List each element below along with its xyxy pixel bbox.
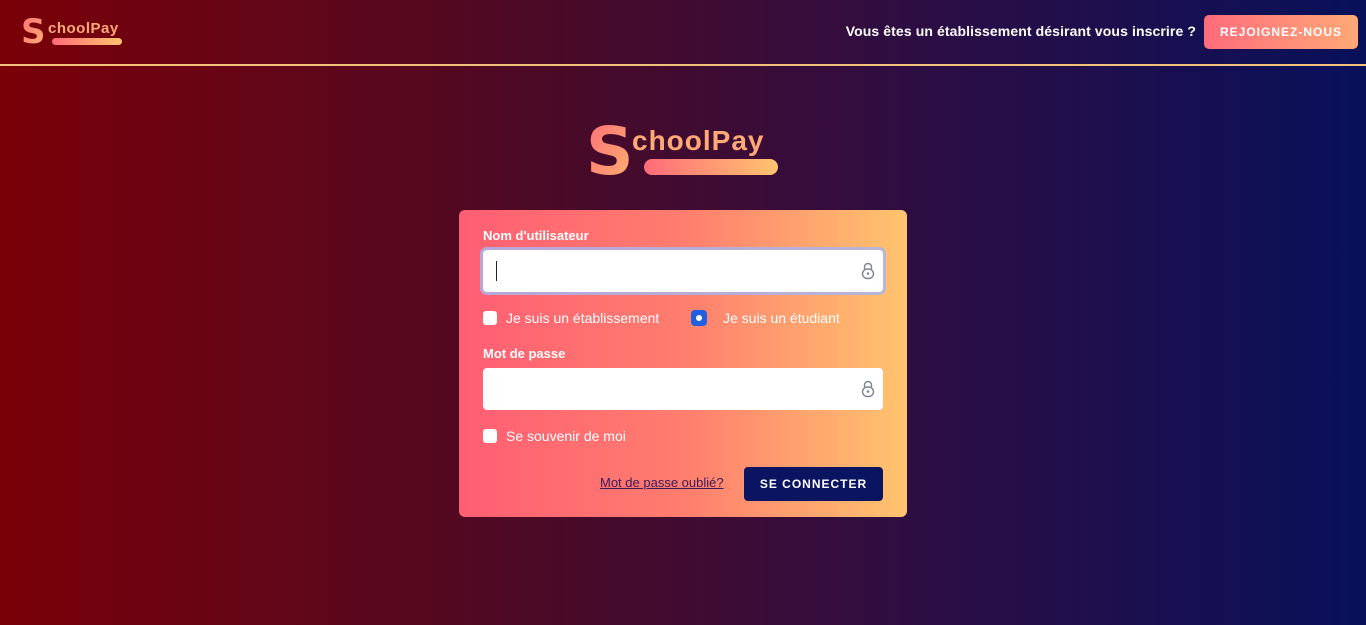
join-us-button[interactable]: REJOIGNEZ-NOUS <box>1204 15 1358 49</box>
forgot-password-link[interactable]: Mot de passe oublié? <box>600 475 724 490</box>
logo-text: choolPay <box>48 20 119 37</box>
password-input[interactable] <box>483 368 867 408</box>
password-field-wrapper <box>483 368 883 410</box>
logo-initial: S <box>586 113 634 182</box>
role-option-label: Je suis un étudiant <box>723 310 840 326</box>
remember-me-checkbox[interactable] <box>483 429 497 443</box>
lock-icon <box>861 262 875 280</box>
remember-me-option[interactable]: Se souvenir de moi <box>483 428 626 444</box>
logo-initial: S <box>21 12 46 48</box>
login-button[interactable]: SE CONNECTER <box>744 467 883 501</box>
lock-icon <box>861 380 875 398</box>
top-navbar: S choolPay Vous êtes un établissement dé… <box>0 0 1366 66</box>
schoolpay-logo-small[interactable]: S choolPay <box>20 12 124 48</box>
login-card: Nom d'utilisateur Je suis un établisseme… <box>459 210 907 517</box>
password-label: Mot de passe <box>483 346 566 361</box>
role-option-establishment[interactable]: Je suis un établissement <box>483 310 659 326</box>
username-field-wrapper <box>483 250 883 292</box>
logo-text: choolPay <box>632 125 764 156</box>
join-prompt: Vous êtes un établissement désirant vous… <box>845 23 1196 39</box>
schoolpay-logo-large: S choolPay <box>586 112 782 182</box>
student-checkbox-checked[interactable] <box>691 310 707 326</box>
username-label: Nom d'utilisateur <box>483 228 589 243</box>
text-caret <box>496 261 497 281</box>
username-input[interactable] <box>483 250 867 290</box>
remember-me-label: Se souvenir de moi <box>506 428 626 444</box>
role-option-label: Je suis un établissement <box>506 310 660 326</box>
role-option-student[interactable]: Je suis un étudiant <box>691 310 840 326</box>
establishment-checkbox[interactable] <box>483 311 497 325</box>
